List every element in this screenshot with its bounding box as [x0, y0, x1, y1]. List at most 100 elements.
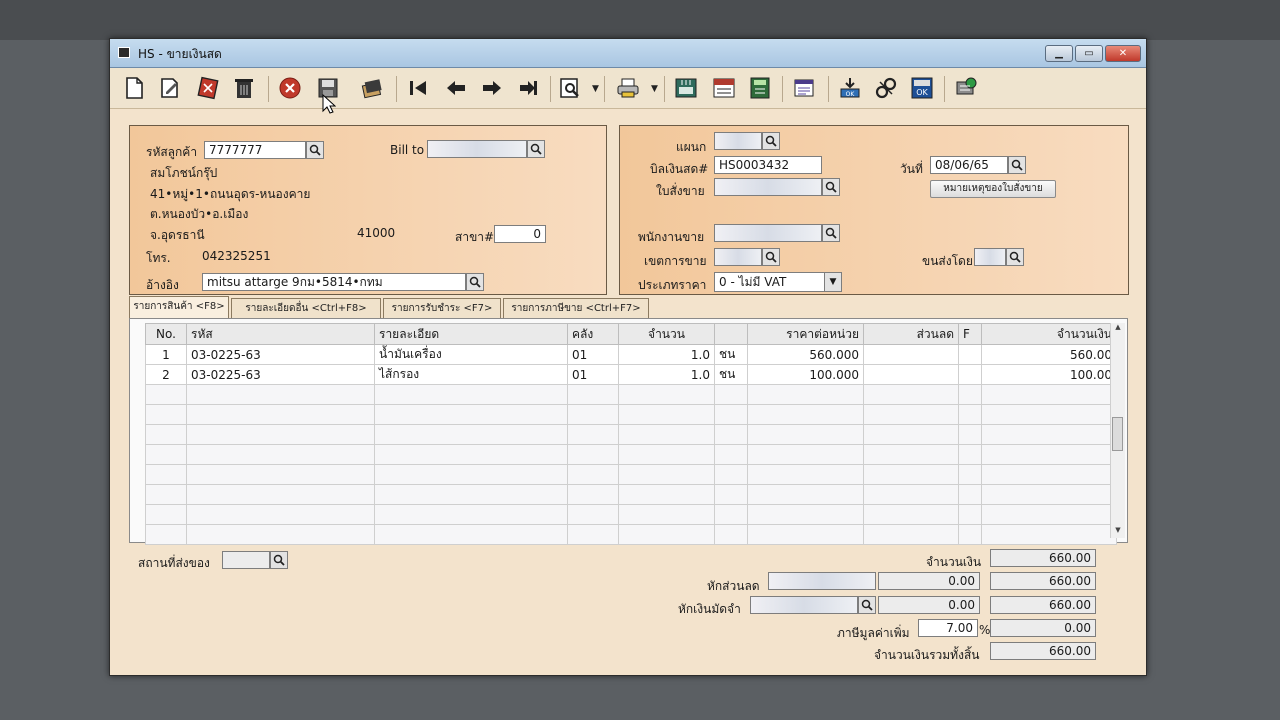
column-header[interactable]: F: [958, 323, 982, 345]
column-header[interactable]: No.: [145, 323, 187, 345]
quantity-cell[interactable]: 1.0: [618, 364, 715, 385]
print-dropdown-icon[interactable]: ▼: [651, 84, 658, 94]
tab-payments[interactable]: รายการรับชำระ <F7>: [383, 298, 501, 318]
previous-icon[interactable]: [442, 74, 470, 102]
preview-icon[interactable]: [556, 74, 584, 102]
sales-order-field[interactable]: [714, 178, 822, 196]
column-header[interactable]: คลัง: [567, 323, 619, 345]
price-type-select[interactable]: 0 - ไม่มี VAT ▼: [714, 272, 842, 292]
tab-items[interactable]: รายการสินค้า <F8>: [129, 296, 229, 318]
flag-cell[interactable]: [958, 344, 982, 365]
customer-code-field[interactable]: 7777777: [204, 141, 306, 159]
column-header[interactable]: จำนวนเงิน: [981, 323, 1117, 345]
salesman-field[interactable]: [714, 224, 822, 242]
shipping-field[interactable]: [974, 248, 1006, 266]
department-field[interactable]: [714, 132, 762, 150]
date-field[interactable]: 08/06/65: [930, 156, 1008, 174]
copy-icon[interactable]: [358, 74, 386, 102]
column-header[interactable]: [714, 323, 748, 345]
tab-other-details[interactable]: รายละเอียดอื่น <Ctrl+F8>: [231, 298, 381, 318]
billto-lookup-button[interactable]: [527, 140, 545, 158]
unit-cell[interactable]: ชน: [714, 344, 748, 365]
trash-icon[interactable]: [230, 74, 258, 102]
maximize-button[interactable]: ▭: [1075, 45, 1103, 62]
last-record-icon[interactable]: [514, 74, 542, 102]
column-header[interactable]: จำนวน: [618, 323, 715, 345]
reference-lookup-button[interactable]: [466, 273, 484, 291]
branch-field[interactable]: 0: [494, 225, 546, 243]
description-cell[interactable]: น้ำมันเครื่อง: [374, 344, 568, 365]
warehouse-cell[interactable]: 01: [567, 344, 619, 365]
column-header[interactable]: รหัส: [186, 323, 375, 345]
cancel-icon[interactable]: [276, 74, 304, 102]
ship-place-field[interactable]: [222, 551, 270, 569]
scroll-down-icon[interactable]: ▼: [1111, 526, 1125, 538]
close-button[interactable]: ✕: [1105, 45, 1141, 62]
column-header[interactable]: ราคาต่อหน่วย: [747, 323, 864, 345]
deposit-code-field[interactable]: [750, 596, 858, 614]
export-icon[interactable]: [672, 74, 700, 102]
edit-icon[interactable]: [156, 74, 184, 102]
product-code-cell[interactable]: 03-0225-63: [186, 364, 375, 385]
customer-lookup-button[interactable]: [306, 141, 324, 159]
description-cell[interactable]: ไส้กรอง: [374, 364, 568, 385]
chevron-down-icon[interactable]: ▼: [824, 273, 841, 291]
tab-sales-tax[interactable]: รายการภาษีขาย <Ctrl+F7>: [503, 298, 649, 318]
discount-field[interactable]: 0.00: [878, 572, 980, 590]
first-record-icon[interactable]: [404, 74, 432, 102]
scrollbar-thumb[interactable]: [1112, 417, 1123, 451]
sales-area-field[interactable]: [714, 248, 762, 266]
grid-scrollbar[interactable]: ▲ ▼: [1110, 323, 1125, 538]
flag-cell[interactable]: [958, 364, 982, 385]
column-header[interactable]: ส่วนลด: [863, 323, 959, 345]
order-note-button[interactable]: หมายเหตุของใบสั่งขาย: [930, 180, 1056, 198]
table-row[interactable]: 2 03-0225-63 ไส้กรอง 01 1.0 ชน 100.000 1…: [145, 364, 1117, 385]
ship-place-lookup-button[interactable]: [270, 551, 288, 569]
unit-cell[interactable]: ชน: [714, 364, 748, 385]
column-header[interactable]: รายละเอียด: [374, 323, 568, 345]
minimize-button[interactable]: ▁: [1045, 45, 1073, 62]
ok-icon[interactable]: OK: [908, 74, 936, 102]
link-icon[interactable]: [872, 74, 900, 102]
new-document-icon[interactable]: [120, 74, 148, 102]
empty-row[interactable]: [145, 424, 1117, 445]
empty-row[interactable]: [145, 384, 1117, 405]
empty-row[interactable]: [145, 464, 1117, 485]
department-lookup-button[interactable]: [762, 132, 780, 150]
product-code-cell[interactable]: 03-0225-63: [186, 344, 375, 365]
table-row[interactable]: 1 03-0225-63 น้ำมันเครื่อง 01 1.0 ชน 560…: [145, 344, 1117, 365]
preview-dropdown-icon[interactable]: ▼: [592, 84, 599, 94]
download-ok-icon[interactable]: OK: [836, 74, 864, 102]
billto-field[interactable]: [427, 140, 527, 158]
vat-rate-field[interactable]: 7.00: [918, 619, 978, 637]
network-icon[interactable]: [952, 74, 980, 102]
sales-area-lookup-button[interactable]: [762, 248, 780, 266]
deposit-lookup-button[interactable]: [858, 596, 876, 614]
discount-cell[interactable]: [863, 364, 959, 385]
discount-cell[interactable]: [863, 344, 959, 365]
empty-row[interactable]: [145, 404, 1117, 425]
reference-field[interactable]: mitsu attarge 9กม•5814•กทม: [202, 273, 466, 291]
empty-row[interactable]: [145, 444, 1117, 465]
empty-row[interactable]: [145, 524, 1117, 545]
import-icon[interactable]: [710, 74, 738, 102]
shipping-lookup-button[interactable]: [1006, 248, 1024, 266]
warehouse-cell[interactable]: 01: [567, 364, 619, 385]
empty-row[interactable]: [145, 484, 1117, 505]
empty-row[interactable]: [145, 504, 1117, 525]
unit-price-cell[interactable]: 100.000: [747, 364, 864, 385]
unit-price-cell[interactable]: 560.000: [747, 344, 864, 365]
scroll-up-icon[interactable]: ▲: [1111, 323, 1125, 335]
sales-order-lookup-button[interactable]: [822, 178, 840, 196]
bill-number-field[interactable]: HS0003432: [714, 156, 822, 174]
next-icon[interactable]: [478, 74, 506, 102]
date-picker-button[interactable]: [1008, 156, 1026, 174]
discount-code-field[interactable]: [768, 572, 876, 590]
salesman-lookup-button[interactable]: [822, 224, 840, 242]
delete-icon[interactable]: [194, 74, 222, 102]
print-icon[interactable]: [614, 74, 642, 102]
quantity-cell[interactable]: 1.0: [618, 344, 715, 365]
deposit-field[interactable]: 0.00: [878, 596, 980, 614]
report-icon[interactable]: [790, 74, 818, 102]
calculator-icon[interactable]: [746, 74, 774, 102]
